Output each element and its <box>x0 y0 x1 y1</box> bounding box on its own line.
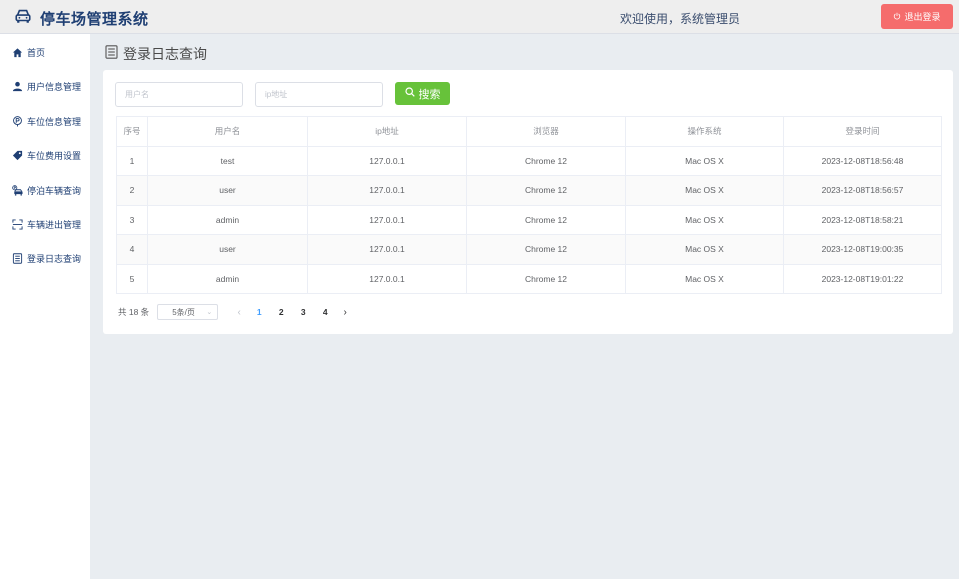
page-header: 登录日志查询 <box>105 44 207 64</box>
column-header-login-time: 登录时间 <box>783 116 942 147</box>
sidebar-item-label: 车位信息管理 <box>27 116 82 127</box>
sidebar-item-label: 停泊车辆查询 <box>27 185 82 196</box>
sidebar-item-label: 首页 <box>27 47 46 58</box>
cell-username: user <box>147 234 308 265</box>
sidebar-item-home[interactable]: 首页 <box>0 41 90 63</box>
cell-index: 5 <box>116 264 148 294</box>
cell-ip: 127.0.0.1 <box>307 264 467 294</box>
cell-login-time: 2023-12-08T19:00:35 <box>783 234 942 265</box>
cell-login-time: 2023-12-08T18:58:21 <box>783 205 942 235</box>
logout-button[interactable]: 退出登录 <box>881 4 953 29</box>
parked-car-icon <box>11 184 23 196</box>
prev-page-button[interactable]: ‹ <box>230 307 248 318</box>
sidebar-item-label: 登录日志查询 <box>27 253 82 264</box>
sidebar: 首页 用户信息管理 车位信息管理 车位费用设置 停泊车辆查询 车辆进出管理 登录… <box>0 34 90 579</box>
top-header: 停车场管理系统 欢迎使用，系统管理员 退出登录 <box>0 0 959 34</box>
page-size-value: 5条/页 <box>172 307 195 317</box>
table-row: 3 admin 127.0.0.1 Chrome 12 Mac OS X 202… <box>116 205 942 235</box>
cell-username: user <box>147 175 308 206</box>
page-number-2[interactable]: 2 <box>270 307 292 317</box>
log-icon <box>11 252 23 264</box>
cell-login-time: 2023-12-08T18:56:57 <box>783 175 942 206</box>
column-header-ip: ip地址 <box>307 116 467 147</box>
cell-login-time: 2023-12-08T18:56:48 <box>783 146 942 176</box>
cell-index: 2 <box>116 175 148 206</box>
cell-browser: Chrome 12 <box>466 205 626 235</box>
search-button-label: 搜索 <box>418 88 441 101</box>
cell-ip: 127.0.0.1 <box>307 205 467 235</box>
logout-label: 退出登录 <box>904 12 941 22</box>
ip-search-input[interactable]: ip地址 <box>255 82 383 107</box>
sidebar-item-space-management[interactable]: 车位信息管理 <box>0 110 90 132</box>
welcome-text: 欢迎使用，系统管理员 <box>620 12 741 26</box>
parking-icon <box>11 115 23 127</box>
document-icon <box>105 44 118 64</box>
sidebar-item-label: 车辆进出管理 <box>27 219 82 230</box>
column-header-username: 用户名 <box>147 116 308 147</box>
cell-browser: Chrome 12 <box>466 234 626 265</box>
cell-index: 4 <box>116 234 148 265</box>
cell-username: test <box>147 146 308 176</box>
table-row: 5 admin 127.0.0.1 Chrome 12 Mac OS X 202… <box>116 264 942 294</box>
search-icon <box>404 87 415 100</box>
search-button[interactable]: 搜索 <box>395 82 450 105</box>
cell-os: Mac OS X <box>625 264 784 294</box>
chevron-down-icon: ⌄ <box>206 309 213 316</box>
pagination: 共 18 条 5条/页 ⌄ ‹ 1 2 3 4 › <box>118 304 354 320</box>
cell-os: Mac OS X <box>625 205 784 235</box>
cell-index: 3 <box>116 205 148 235</box>
column-header-browser: 浏览器 <box>466 116 626 147</box>
cell-os: Mac OS X <box>625 146 784 176</box>
cell-ip: 127.0.0.1 <box>307 175 467 206</box>
content-card: 用户名 ip地址 搜索 序号 用户名 ip地址 浏览器 操作系统 登录时间 1 … <box>103 70 953 334</box>
page-number-1[interactable]: 1 <box>248 307 270 317</box>
cell-username: admin <box>147 205 308 235</box>
table-row: 2 user 127.0.0.1 Chrome 12 Mac OS X 2023… <box>116 175 942 206</box>
price-tag-icon <box>11 149 23 161</box>
cell-browser: Chrome 12 <box>466 264 626 294</box>
cell-browser: Chrome 12 <box>466 146 626 176</box>
page-title: 登录日志查询 <box>123 46 207 62</box>
power-icon <box>893 12 901 22</box>
sidebar-item-label: 车位费用设置 <box>27 150 82 161</box>
home-icon <box>11 46 23 58</box>
page-number-4[interactable]: 4 <box>314 307 336 317</box>
scan-icon <box>11 218 23 230</box>
table-row: 4 user 127.0.0.1 Chrome 12 Mac OS X 2023… <box>116 234 942 265</box>
login-log-table: 序号 用户名 ip地址 浏览器 操作系统 登录时间 1 test 127.0.0… <box>116 116 942 294</box>
app-logo: 停车场管理系统 <box>14 7 149 30</box>
sidebar-item-label: 用户信息管理 <box>27 81 82 92</box>
sidebar-item-entry-exit[interactable]: 车辆进出管理 <box>0 213 90 235</box>
cell-os: Mac OS X <box>625 234 784 265</box>
cell-ip: 127.0.0.1 <box>307 146 467 176</box>
car-icon <box>14 7 32 30</box>
table-row: 1 test 127.0.0.1 Chrome 12 Mac OS X 2023… <box>116 146 942 176</box>
app-title: 停车场管理系统 <box>40 11 149 28</box>
column-header-index: 序号 <box>116 116 148 147</box>
table-header-row: 序号 用户名 ip地址 浏览器 操作系统 登录时间 <box>116 116 942 147</box>
sidebar-item-fee-settings[interactable]: 车位费用设置 <box>0 144 90 166</box>
cell-ip: 127.0.0.1 <box>307 234 467 265</box>
sidebar-item-parked-vehicles[interactable]: 停泊车辆查询 <box>0 179 90 201</box>
cell-username: admin <box>147 264 308 294</box>
sidebar-item-user-management[interactable]: 用户信息管理 <box>0 75 90 97</box>
sidebar-item-login-logs[interactable]: 登录日志查询 <box>0 247 90 269</box>
cell-login-time: 2023-12-08T19:01:22 <box>783 264 942 294</box>
cell-os: Mac OS X <box>625 175 784 206</box>
cell-browser: Chrome 12 <box>466 175 626 206</box>
next-page-button[interactable]: › <box>336 307 354 318</box>
page-size-select[interactable]: 5条/页 ⌄ <box>157 304 219 320</box>
column-header-os: 操作系统 <box>625 116 784 147</box>
username-search-input[interactable]: 用户名 <box>115 82 243 107</box>
total-count: 共 18 条 <box>118 307 150 317</box>
page-number-3[interactable]: 3 <box>292 307 314 317</box>
user-icon <box>11 80 23 92</box>
cell-index: 1 <box>116 146 148 176</box>
